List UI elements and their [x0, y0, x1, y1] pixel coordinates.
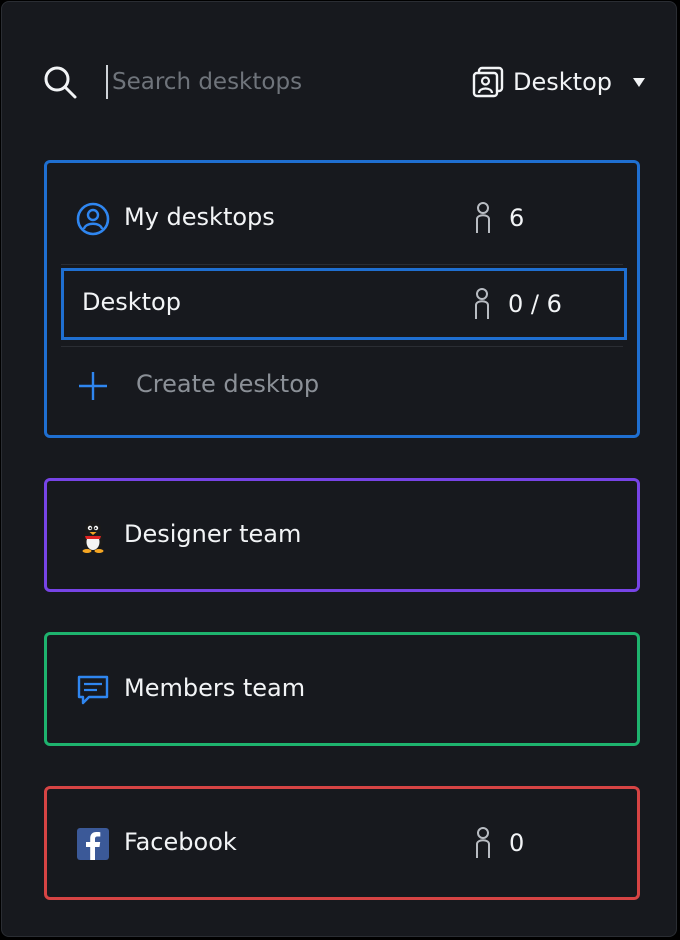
facebook-icon: [77, 828, 109, 860]
create-desktop-label: Create desktop: [136, 370, 320, 398]
caret-down-icon: [633, 78, 645, 87]
desktop-item-label: Desktop: [82, 288, 181, 316]
person-icon: [476, 827, 490, 858]
plus-icon: [79, 372, 107, 400]
penguin-icon: [82, 521, 104, 553]
facebook-label: Facebook: [124, 828, 237, 856]
search-input[interactable]: [106, 65, 392, 99]
my-desktops-header[interactable]: My desktops 6: [47, 197, 637, 241]
search-bar: Desktop: [42, 60, 646, 104]
desktop-item[interactable]: Desktop 0 / 6: [61, 268, 627, 340]
person-icon: [476, 202, 490, 233]
desktops-panel: Desktop My desktops 6 Desk: [1, 1, 677, 937]
facebook-count: 0: [471, 826, 524, 860]
my-desktops-group: My desktops 6 Desktop 0 / 6 Create deskt…: [44, 160, 640, 438]
person-icon: [475, 288, 489, 319]
members-team-group[interactable]: Members team: [44, 632, 640, 746]
my-desktops-count: 6: [471, 201, 524, 235]
desktop-item-count: 0 / 6: [470, 287, 562, 321]
divider: [61, 346, 623, 347]
members-team-header: Members team: [47, 668, 637, 712]
my-desktops-label: My desktops: [124, 203, 275, 231]
desktop-card-icon: [472, 66, 504, 98]
members-team-label: Members team: [124, 674, 306, 702]
desktop-mode-select[interactable]: Desktop: [471, 62, 646, 102]
chat-icon: [77, 675, 109, 705]
facebook-header: Facebook 0: [47, 822, 637, 866]
user-circle-icon: [76, 202, 110, 236]
facebook-count-text: 0: [509, 829, 525, 857]
search-icon[interactable]: [42, 64, 78, 100]
designer-team-header: Designer team: [47, 514, 637, 558]
desktop-item-count-text: 0 / 6: [508, 290, 562, 318]
divider: [61, 264, 623, 265]
create-desktop-button[interactable]: Create desktop: [47, 364, 637, 408]
desktop-mode-label: Desktop: [513, 68, 612, 96]
designer-team-label: Designer team: [124, 520, 302, 548]
facebook-group[interactable]: Facebook 0: [44, 786, 640, 900]
my-desktops-count-text: 6: [509, 204, 525, 232]
designer-team-group[interactable]: Designer team: [44, 478, 640, 592]
